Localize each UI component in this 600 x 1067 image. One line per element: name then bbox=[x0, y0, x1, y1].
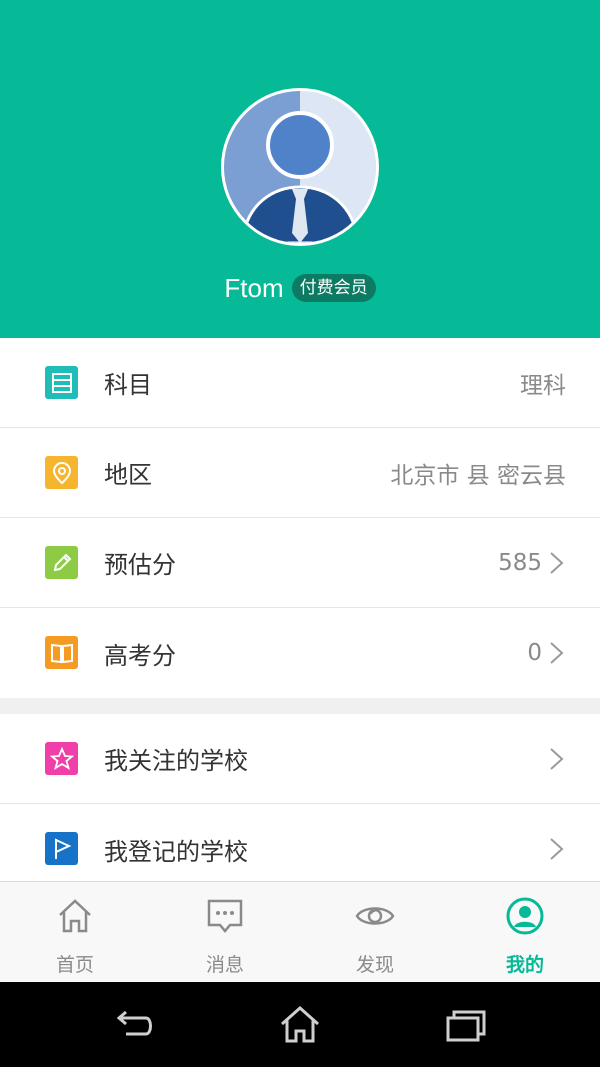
row-region[interactable]: 地区 北京市 县 密云县 bbox=[0, 428, 600, 518]
row-label: 高考分 bbox=[104, 641, 176, 670]
row-followed-schools[interactable]: 我关注的学校 bbox=[0, 714, 600, 804]
tab-messages[interactable]: 消息 bbox=[150, 882, 300, 982]
home-icon bbox=[59, 899, 91, 933]
message-icon bbox=[207, 899, 243, 933]
member-badge: 付费会员 bbox=[291, 274, 376, 302]
tab-label: 发现 bbox=[355, 954, 394, 976]
row-label: 我登记的学校 bbox=[104, 837, 248, 866]
home-system-icon[interactable] bbox=[278, 1004, 322, 1044]
chevron-right-icon bbox=[550, 748, 564, 770]
location-pin-icon bbox=[45, 456, 78, 489]
tab-mine[interactable]: 我的 bbox=[450, 882, 600, 982]
row-subject[interactable]: 科目 理科 bbox=[0, 338, 600, 428]
chevron-right-icon bbox=[550, 838, 564, 860]
user-info: Ftom 付费会员 bbox=[0, 268, 600, 308]
user-name: Ftom bbox=[224, 272, 284, 303]
tab-home[interactable]: 首页 bbox=[0, 882, 150, 982]
tab-discover[interactable]: 发现 bbox=[300, 882, 450, 982]
row-label: 地区 bbox=[104, 461, 152, 489]
row-estimated-score[interactable]: 预估分 585 bbox=[0, 518, 600, 608]
tab-label: 消息 bbox=[205, 954, 244, 976]
system-nav-bar bbox=[0, 982, 600, 1067]
row-label: 预估分 bbox=[104, 551, 176, 579]
back-icon[interactable] bbox=[112, 1004, 156, 1044]
chevron-right-icon bbox=[550, 642, 564, 664]
bottom-tab-bar: 首页 消息 发现 我的 bbox=[0, 881, 600, 982]
avatar[interactable] bbox=[221, 88, 379, 246]
recent-apps-icon[interactable] bbox=[444, 1004, 488, 1044]
chevron-right-icon bbox=[550, 552, 564, 574]
book-icon bbox=[45, 636, 78, 669]
pencil-icon bbox=[45, 546, 78, 579]
tab-label: 首页 bbox=[55, 954, 94, 976]
flag-icon bbox=[45, 832, 78, 865]
info-list: 科目 理科 地区 北京市 县 密云县 预估分 585 高考分 0 bbox=[0, 338, 600, 698]
row-label: 我关注的学校 bbox=[104, 747, 248, 775]
star-icon bbox=[45, 742, 78, 775]
row-value: 0 bbox=[527, 640, 542, 666]
grid-icon bbox=[45, 366, 78, 399]
row-value: 理科 bbox=[520, 372, 566, 399]
profile-icon bbox=[506, 897, 544, 935]
eye-icon bbox=[355, 907, 395, 925]
row-value: 北京市 县 密云县 bbox=[390, 462, 566, 489]
row-value: 585 bbox=[498, 549, 542, 576]
profile-header: Ftom 付费会员 bbox=[0, 0, 600, 338]
row-exam-score[interactable]: 高考分 0 bbox=[0, 608, 600, 698]
school-list: 我关注的学校 我登记的学校 bbox=[0, 714, 600, 894]
tab-label: 我的 bbox=[505, 954, 544, 976]
row-label: 科目 bbox=[104, 371, 152, 399]
